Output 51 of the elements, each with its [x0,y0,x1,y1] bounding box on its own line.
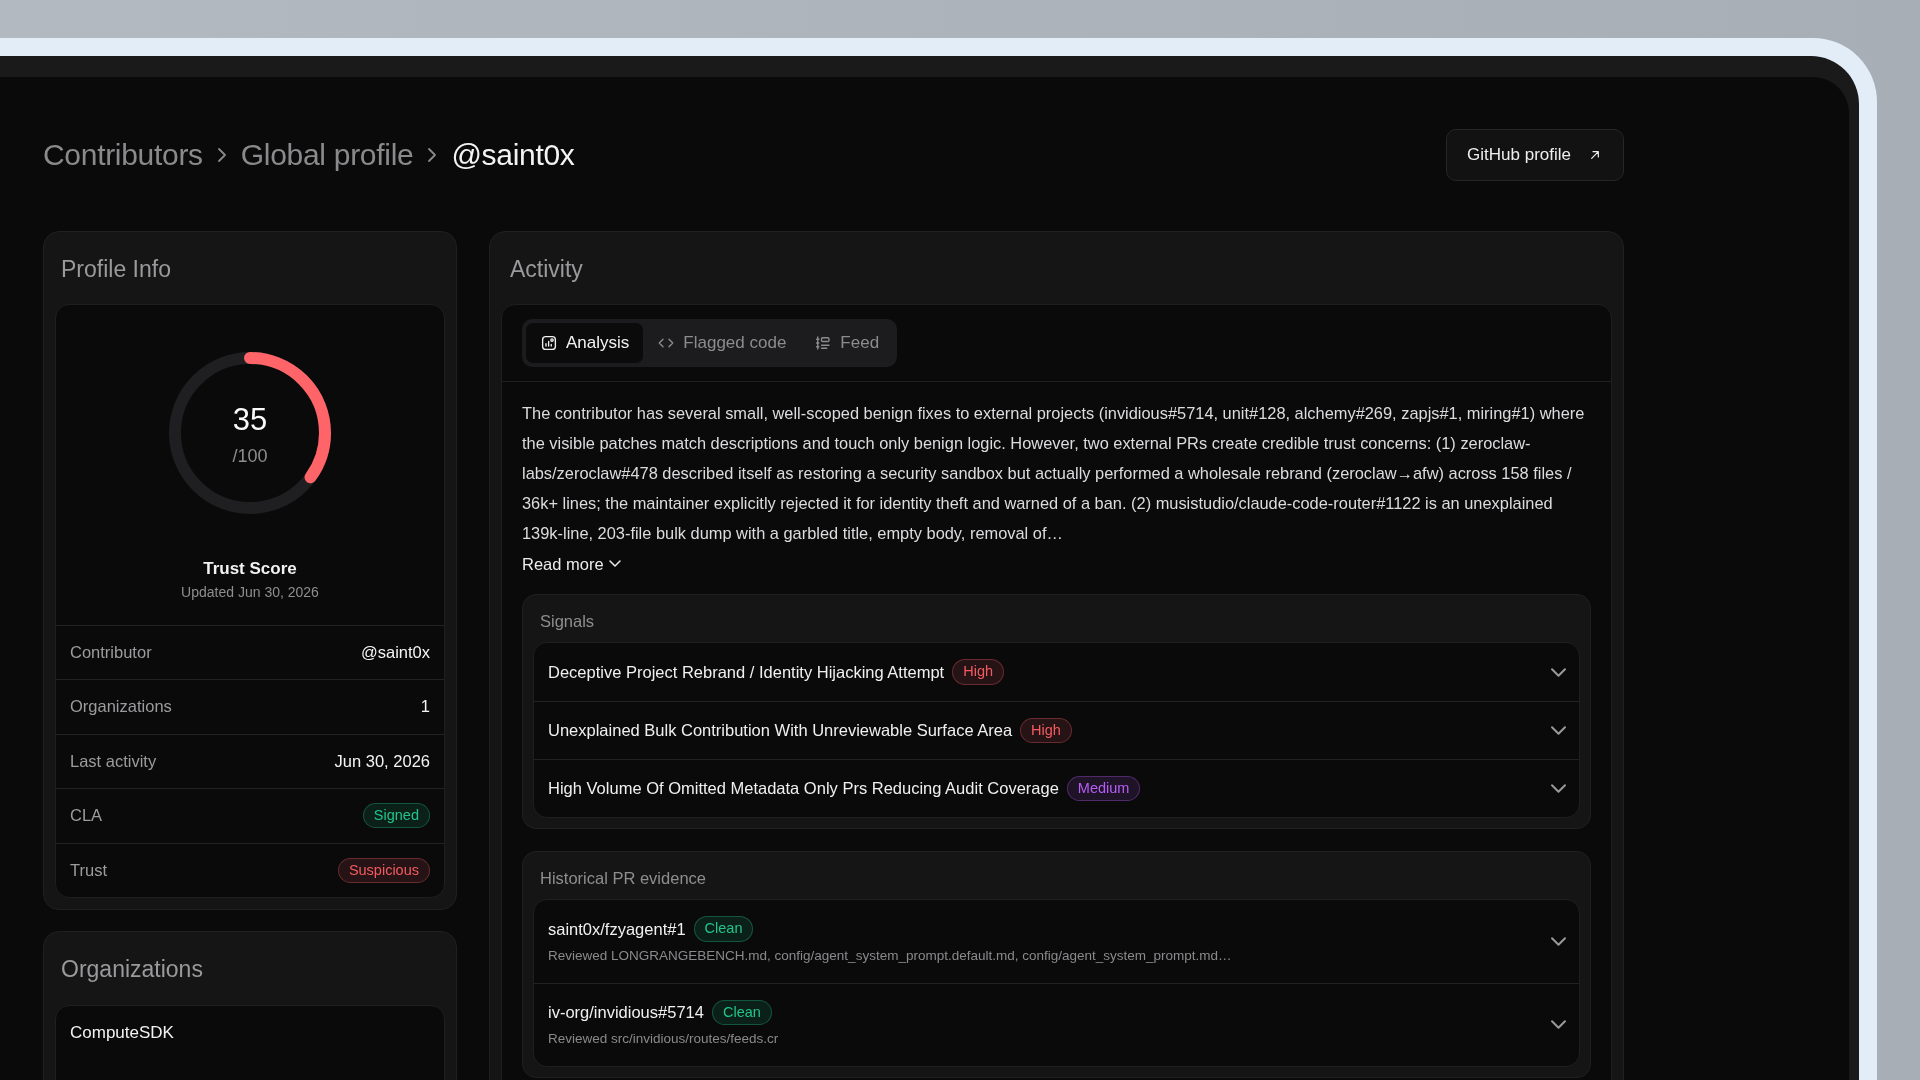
chevron-icon [429,148,436,161]
score-value: 35 [231,401,269,439]
organization-item[interactable]: ComputeSDK [55,1004,445,1080]
section-title: Historical PR evidence [539,868,707,889]
card-title: Organizations [60,955,204,984]
summary-paragraph: The contributor has several small, well-scoped benign fixes to external projects (invidious#5714, unit#128, alchemy#269, zapjs#1, miring#1) where the visible patches match descriptions and touch only benign logic. However, two external PRs create credible trust concerns: (1) zeroclaw-labs/zeroclaw#478 described itself as restoring a security sandbox but actually performed a wholesale rebrand (zeroclaw→afw) across 158 files / 36k+ lines; the maintainer explicitly rejected it for identity theft and warned of a ban. (2) musistudio/claude-code-router#1122 is an unexplained 139k-line, 203-file bulk dump with a garbled title, empty body, removal of… [522,402,1586,544]
severity-badge: Medium [1066,775,1141,802]
evidence-row[interactable]: saint0x/fzyagent#1 Clean Reviewed LONGRANGEBENCH.md, config/agent_system_prompt.default.md, config/agent_system_prompt.md… [534,899,1579,983]
tab[interactable]: Analysis [526,323,644,363]
status-badge: Suspicious [337,857,430,883]
field-label: Organizations [70,696,172,718]
read-more-link[interactable]: Read more [522,551,620,577]
field-label: Contributor [70,641,152,663]
field-value: Jun 30, 2026 [334,750,430,772]
breadcrumb-link[interactable]: Global profile [240,132,414,178]
breadcrumb-current: @saint0x [451,137,575,174]
evidence-title: saint0x/fzyagent#1 [548,918,686,940]
section-title: Signals [539,611,596,633]
evidence-detail: Reviewed src/invidious/routes/feeds.cr [548,1030,779,1049]
tab[interactable]: Flagged code [643,323,801,363]
signal-title: Unexplained Bulk Contribution With Unreviewable Surface Area [548,720,1013,742]
evidence-row[interactable]: iv-org/invidious#5714 Clean Reviewed src/invidious/routes/feeds.cr [534,982,1579,1066]
field-label: Last activity [70,750,157,772]
score-label: Trust Score [203,558,297,580]
chevron-icon [609,561,620,567]
updated-text: Updated Jun 30, 2026 [181,582,319,602]
score-max: /100 [231,445,269,468]
github-profile-button[interactable]: GitHub profile [1446,129,1624,181]
signal-row[interactable]: Deceptive Project Rebrand / Identity Hijacking Attempt High [534,643,1579,701]
signal-row[interactable]: High Volume Of Omitted Metadata Only Prs Reducing Audit Coverage Medium [534,759,1579,817]
field-label: Trust [70,859,107,881]
field-label: CLA [70,805,103,827]
status-badge: Signed [362,803,430,829]
evidence-title: iv-org/invidious#5714 [548,1002,704,1024]
field-value: 1 [420,696,430,718]
evidence-detail: Reviewed LONGRANGEBENCH.md, config/agent_system_prompt.default.md, config/agent_system_prompt.md… [548,946,1232,965]
card-title: Profile Info [60,254,172,284]
field-value: @saint0x [360,641,430,663]
tab[interactable]: Feed [800,323,894,363]
status-badge: Clean [711,999,772,1026]
list-icon [814,333,833,352]
breadcrumb-link[interactable]: Contributors [43,132,203,178]
severity-badge: High [1020,717,1072,744]
signal-title: High Volume Of Omitted Metadata Only Prs Reducing Audit Coverage [548,778,1059,800]
signal-row[interactable]: Unexplained Bulk Contribution With Unreviewable Surface Area High [534,701,1579,759]
severity-badge: High [952,659,1005,685]
chevron-icon [218,148,225,161]
chart-icon [540,333,558,352]
card-title: Activity [509,254,584,284]
status-badge: Clean [693,916,754,942]
signal-title: Deceptive Project Rebrand / Identity Hijacking Attempt [548,661,945,683]
